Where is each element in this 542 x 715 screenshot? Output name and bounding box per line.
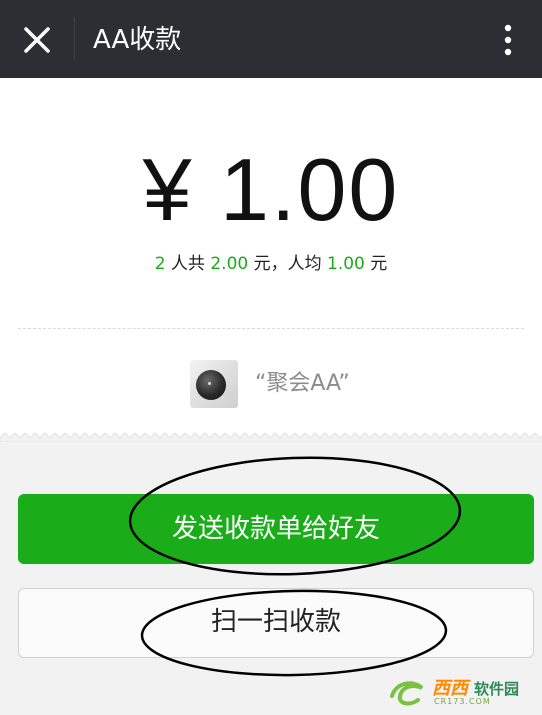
people-count: 2 bbox=[154, 254, 166, 274]
group-name: “聚会AA” bbox=[255, 371, 350, 396]
split-summary: 2 人共 2.00 元，人均 1.00 元 bbox=[0, 250, 542, 278]
watermark-logo: 西西 软件园 CR173.COM bbox=[388, 678, 538, 708]
page-title: AA收款 bbox=[93, 25, 182, 55]
summary-text-2: 元，人均 bbox=[248, 254, 328, 274]
group-avatar bbox=[190, 360, 238, 408]
topbar-divider bbox=[74, 18, 75, 60]
send-to-friends-button[interactable]: 发送收款单给好友 bbox=[18, 494, 534, 564]
summary-text-3: 元 bbox=[364, 254, 388, 274]
dotted-divider bbox=[18, 328, 524, 329]
watermark-domain: CR173.COM bbox=[434, 697, 491, 706]
per-person-amount: 1.00 bbox=[327, 254, 365, 274]
summary-text-1: 人共 bbox=[165, 254, 211, 274]
more-vertical-icon[interactable] bbox=[490, 20, 526, 60]
total-amount: 2.00 bbox=[210, 254, 249, 274]
close-icon[interactable] bbox=[14, 20, 58, 60]
avatar-image bbox=[196, 370, 226, 400]
amount-display: ¥ 1.00 bbox=[142, 140, 400, 239]
action-panel bbox=[0, 438, 542, 715]
top-bar: AA收款 bbox=[0, 0, 542, 78]
zigzag-edge bbox=[0, 432, 542, 442]
watermark-swoosh-icon bbox=[390, 681, 424, 706]
scan-to-collect-button[interactable]: 扫一扫收款 bbox=[18, 588, 534, 658]
